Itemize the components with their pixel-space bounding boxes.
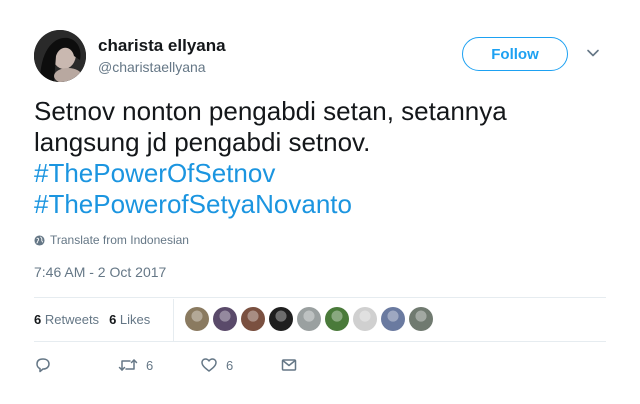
envelope-icon <box>281 359 297 371</box>
tweet-text: Setnov nonton pengabdi setan, setannya l… <box>34 96 614 220</box>
retweets-stat[interactable]: 6 Retweets <box>34 312 99 327</box>
direct-message-button[interactable] <box>280 356 298 374</box>
stats-separator <box>173 299 174 341</box>
user-handle[interactable]: @charistaellyana <box>98 59 206 75</box>
liker-avatars <box>185 307 433 331</box>
avatar-photo <box>34 30 86 82</box>
tweet-card: charista ellyana @charistaellyana Follow… <box>0 0 640 404</box>
retweet-icon <box>118 359 138 371</box>
user-name[interactable]: charista ellyana <box>98 36 226 56</box>
retweet-count: 6 <box>146 357 154 373</box>
liker-avatar[interactable] <box>241 307 265 331</box>
liker-avatar[interactable] <box>325 307 349 331</box>
follow-button[interactable]: Follow <box>462 37 568 71</box>
tweet-line-1: Setnov nonton pengabdi setan, setannya <box>34 96 507 126</box>
engagement-stats: 6 Retweets 6 Likes <box>34 312 150 327</box>
liker-avatar[interactable] <box>269 307 293 331</box>
liker-avatar[interactable] <box>381 307 405 331</box>
reply-icon <box>36 358 50 373</box>
chevron-down-icon[interactable] <box>586 46 600 60</box>
liker-avatar[interactable] <box>213 307 237 331</box>
likes-stat[interactable]: 6 Likes <box>109 312 150 327</box>
divider <box>34 341 606 342</box>
timestamp[interactable]: 7:46 AM - 2 Oct 2017 <box>34 264 166 280</box>
translate-label: Translate from Indonesian <box>50 233 189 247</box>
translate-link[interactable]: Translate from Indonesian <box>34 233 189 247</box>
liker-avatar[interactable] <box>185 307 209 331</box>
liker-avatar[interactable] <box>297 307 321 331</box>
follow-button-label: Follow <box>491 45 539 63</box>
tweet-line-2: langsung jd pengabdi setnov. <box>34 127 371 157</box>
retweets-count: 6 <box>34 312 42 327</box>
liker-avatar[interactable] <box>353 307 377 331</box>
likes-label: Likes <box>119 312 151 327</box>
likes-count: 6 <box>109 312 117 327</box>
hashtag-link[interactable]: #ThePowerofSetyaNovanto <box>34 189 614 220</box>
retweet-button[interactable]: 6 <box>118 356 153 374</box>
heart-icon <box>201 358 217 372</box>
retweets-label: Retweets <box>44 312 100 327</box>
hashtag-link[interactable]: #ThePowerOfSetnov <box>34 158 614 189</box>
divider <box>34 297 606 298</box>
like-count: 6 <box>226 357 234 373</box>
liker-avatar[interactable] <box>409 307 433 331</box>
globe-icon <box>34 234 45 246</box>
avatar[interactable] <box>34 30 86 82</box>
reply-button[interactable] <box>34 356 52 374</box>
like-button[interactable]: 6 <box>200 356 233 374</box>
tweet-actions: 6 6 <box>34 356 334 376</box>
